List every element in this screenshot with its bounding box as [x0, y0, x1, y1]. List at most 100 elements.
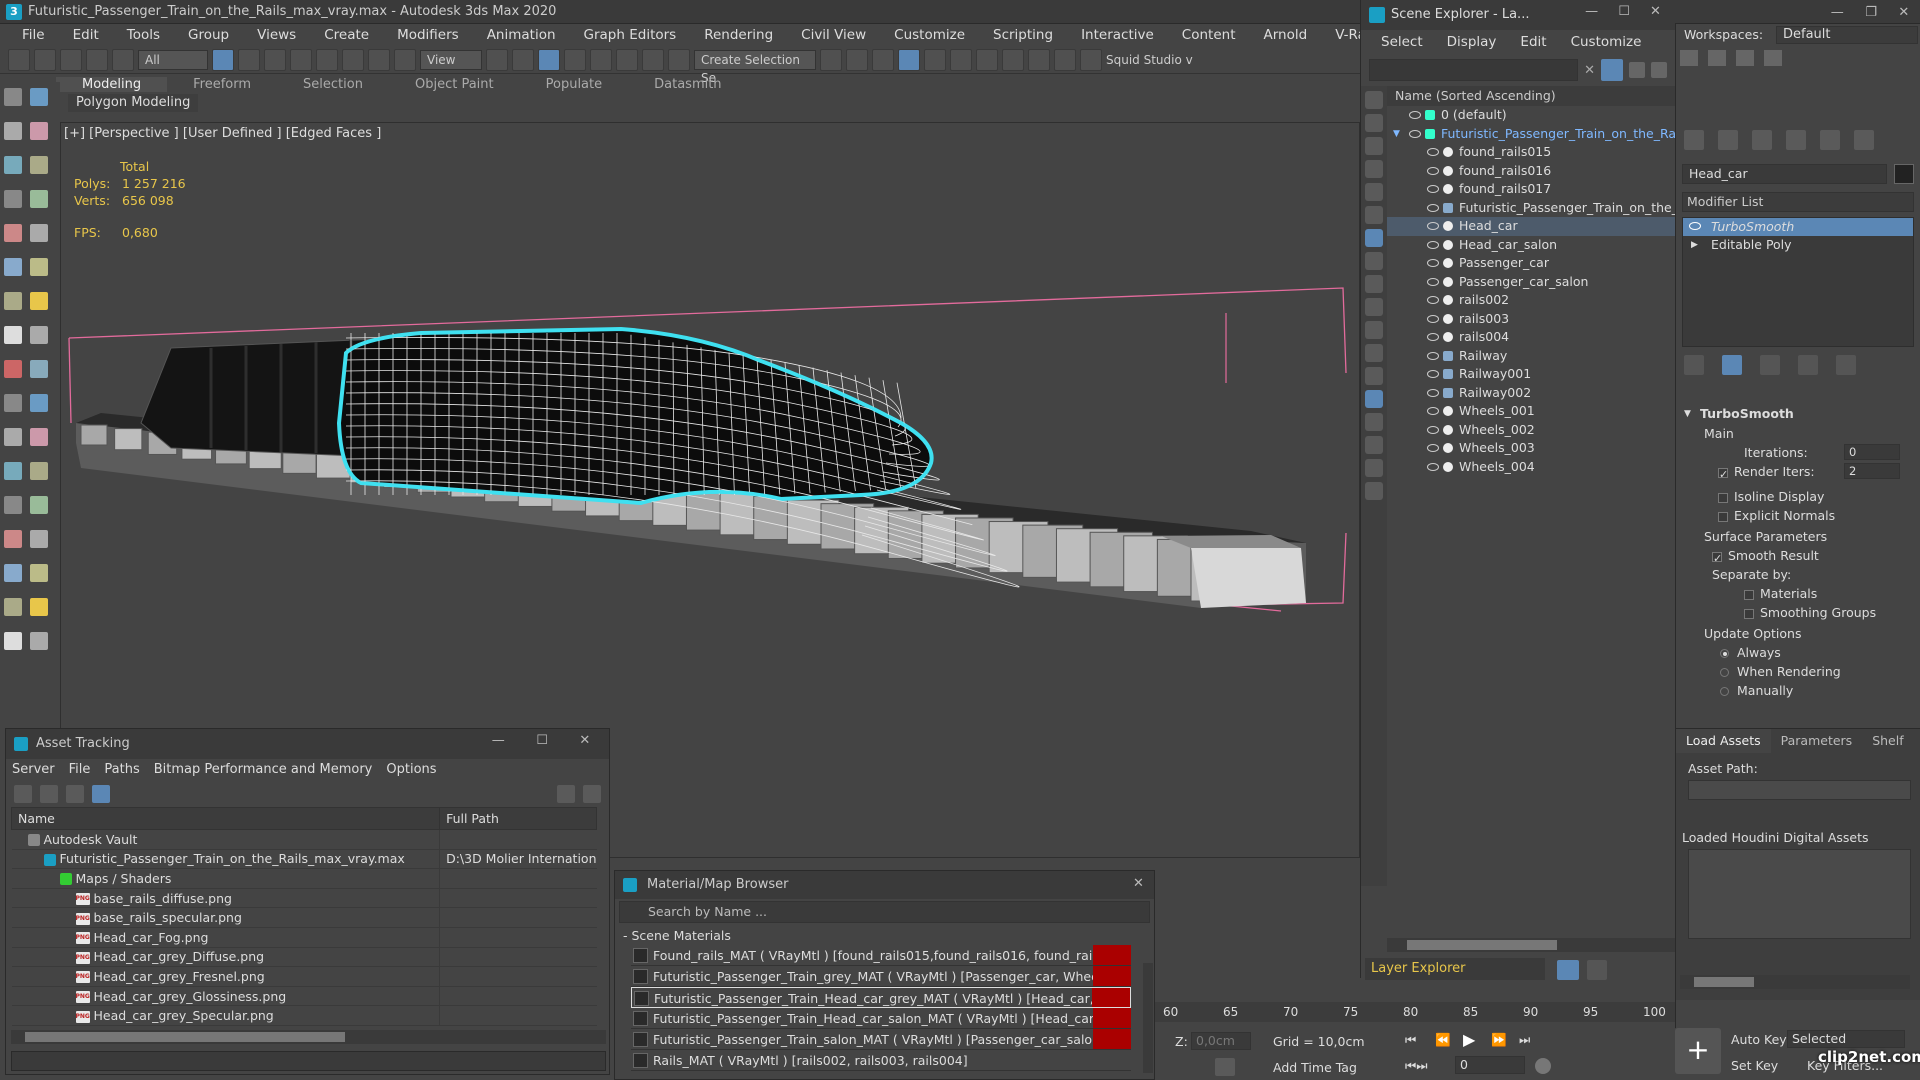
left-tool-icon[interactable] [30, 360, 48, 378]
help-icon[interactable] [557, 785, 575, 803]
visibility-eye-icon[interactable] [1427, 240, 1439, 249]
time-tag-icon[interactable] [1215, 1058, 1235, 1076]
stack-item-turbosmooth[interactable]: TurboSmooth [1683, 218, 1913, 236]
asset-row[interactable]: PNG Head_car_grey_Specular.png [11, 1005, 597, 1026]
selected-dropdown[interactable]: Selected [1787, 1030, 1905, 1048]
column-header-name[interactable]: Name (Sorted Ascending) [1387, 86, 1676, 106]
display-filter-icon[interactable] [1365, 275, 1383, 293]
left-tool-icon[interactable] [30, 428, 48, 446]
play-icon[interactable]: ▶ [1463, 1030, 1475, 1049]
layer-explorer-dropdown[interactable]: Layer Explorer [1365, 958, 1545, 980]
settings-icon[interactable] [583, 785, 601, 803]
reference-coord-dropdown[interactable]: View [420, 49, 482, 70]
modify-tab-icon[interactable] [1718, 130, 1738, 150]
maximize-icon[interactable]: ☐ [536, 733, 548, 748]
asset-row[interactable]: PNG Head_car_Fog.png [11, 927, 597, 948]
window-crossing-icon[interactable] [290, 48, 312, 71]
visibility-eye-icon[interactable] [1427, 425, 1439, 434]
left-tool-icon[interactable] [30, 462, 48, 480]
select-manipulate-icon[interactable] [512, 48, 534, 71]
material-editor-icon[interactable] [1002, 48, 1024, 71]
display-filter-icon[interactable] [1365, 137, 1383, 155]
scene-tree-item[interactable]: rails002 [1387, 291, 1676, 310]
selection-set-dropdown[interactable]: Create Selection Se [694, 49, 816, 85]
material-row[interactable]: Futuristic_Passenger_Train_salon_MAT ( V… [631, 1029, 1131, 1050]
expand-arrow-icon[interactable]: ▶ [1691, 236, 1698, 254]
ribbon-tab[interactable]: Modeling [56, 76, 168, 92]
left-tool-icon[interactable] [4, 598, 22, 616]
display-filter-icon[interactable] [1365, 413, 1383, 431]
utilities-tab-icon[interactable] [1854, 130, 1874, 150]
visibility-eye-icon[interactable] [1427, 259, 1439, 267]
scene-explorer-hscroll[interactable] [1387, 938, 1676, 952]
left-tool-icon[interactable] [4, 394, 22, 412]
menu-item[interactable]: Group [174, 27, 243, 43]
render-setup-icon[interactable] [1028, 48, 1050, 71]
turbosmooth-header[interactable]: ▼ TurboSmooth [1682, 404, 1906, 424]
next-frame-icon[interactable]: ⏩ [1491, 1032, 1507, 1048]
key-mode-icon[interactable]: ⏮⏭ [1405, 1058, 1428, 1074]
toggle-scene-explorer-icon[interactable] [872, 48, 894, 71]
left-tool-icon[interactable] [4, 258, 22, 276]
left-tool-icon[interactable] [30, 496, 48, 514]
placement-icon[interactable] [394, 48, 416, 71]
scene-tree-item[interactable]: Wheels_004 [1387, 458, 1676, 477]
smoothing-groups-checkbox[interactable] [1744, 608, 1754, 619]
pivot-center-icon[interactable] [486, 48, 508, 71]
undo-icon[interactable] [8, 48, 30, 71]
select-object-icon[interactable] [212, 48, 234, 71]
asset-path-input[interactable] [1688, 780, 1911, 800]
material-search-input[interactable]: Search by Name ... [619, 901, 1150, 923]
houdini-hscroll[interactable] [1680, 975, 1910, 989]
close-icon[interactable]: ✕ [1133, 876, 1144, 891]
go-to-end-icon[interactable]: ⏭ [1519, 1032, 1530, 1048]
left-tool-icon[interactable] [4, 462, 22, 480]
left-tool-icon[interactable] [4, 88, 22, 106]
iterations-spinner[interactable]: 0 [1844, 444, 1900, 460]
scene-tree-item[interactable]: Railway [1387, 347, 1676, 366]
asset-row[interactable]: PNG Head_car_grey_Fresnel.png [11, 966, 597, 987]
clear-search-icon[interactable]: ✕ [1584, 63, 1595, 78]
expand-arrow-icon[interactable]: ▼ [1393, 125, 1400, 144]
isoline-checkbox[interactable] [1718, 492, 1728, 503]
scene-tree-item[interactable]: Wheels_001 [1387, 402, 1676, 421]
lock-icon[interactable] [1629, 62, 1645, 78]
object-name-field[interactable]: Head_car [1682, 164, 1887, 184]
left-tool-icon[interactable] [4, 156, 22, 174]
menu-item[interactable]: Rendering [690, 27, 787, 43]
asset-row[interactable]: Autodesk Vault [11, 829, 597, 850]
rendered-frame-window-icon[interactable] [1054, 48, 1076, 71]
left-tool-icon[interactable] [30, 190, 48, 208]
asset-row[interactable]: PNG base_rails_diffuse.png [11, 888, 597, 909]
left-tool-icon[interactable] [30, 258, 48, 276]
layer-toggle-icon[interactable] [1557, 960, 1579, 980]
column-full-path[interactable]: Full Path [439, 807, 597, 830]
list-view-icon[interactable] [40, 785, 58, 803]
left-tool-icon[interactable] [4, 360, 22, 378]
rotate-icon[interactable] [342, 48, 364, 71]
column-name[interactable]: Name [10, 807, 441, 830]
close-icon[interactable]: ✕ [1898, 5, 1909, 20]
stack-item-editable-poly[interactable]: ▶ Editable Poly [1683, 236, 1913, 254]
minimize-icon[interactable]: — [1585, 4, 1598, 19]
scene-explorer-search-input[interactable] [1369, 59, 1579, 81]
previous-frame-icon[interactable]: ⏪ [1435, 1032, 1451, 1048]
configure-modifier-sets-icon[interactable] [1836, 355, 1856, 375]
ribbon-tab[interactable]: Freeform [167, 77, 277, 92]
bind-space-warp-icon[interactable] [112, 48, 134, 71]
scene-explorer-menu-item[interactable]: Select [1369, 34, 1435, 50]
quick-tool-icon[interactable] [1736, 50, 1754, 66]
menu-item[interactable]: Scripting [979, 27, 1067, 43]
render-iters-checkbox[interactable] [1718, 465, 1728, 484]
remove-modifier-icon[interactable] [1798, 355, 1818, 375]
display-filter-icon[interactable] [1365, 344, 1383, 362]
display-filter-icon[interactable] [1365, 206, 1383, 224]
close-icon[interactable]: ✕ [579, 733, 590, 748]
visibility-eye-icon[interactable] [1427, 148, 1439, 156]
go-to-start-icon[interactable]: ⏮ [1405, 1032, 1416, 1048]
scene-tree-item[interactable]: ▼ Futuristic_Passenger_Train_on_the_Rails [1387, 125, 1676, 144]
pin-stack-icon[interactable] [1684, 355, 1704, 375]
display-filter-icon[interactable] [1365, 114, 1383, 132]
ribbon-tab[interactable]: Populate [520, 77, 629, 92]
material-row[interactable]: Found_rails_MAT ( VRayMtl ) [found_rails… [631, 945, 1131, 966]
